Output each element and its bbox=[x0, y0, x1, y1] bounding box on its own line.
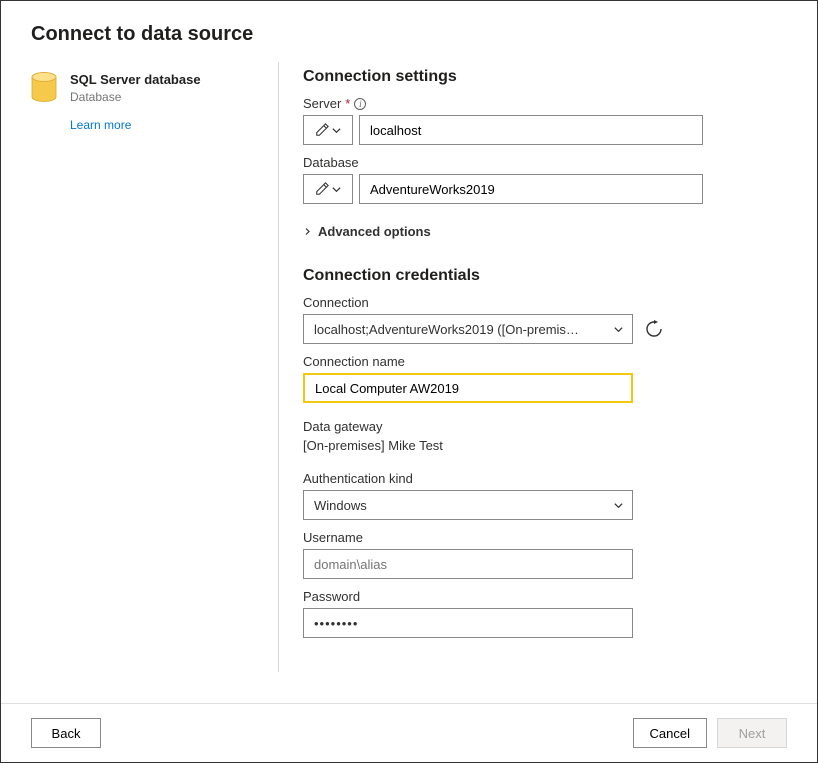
learn-more-link[interactable]: Learn more bbox=[70, 118, 131, 132]
chevron-right-icon bbox=[303, 227, 312, 236]
chevron-down-icon bbox=[613, 324, 624, 335]
next-button: Next bbox=[717, 718, 787, 748]
connection-name-input[interactable] bbox=[303, 373, 633, 403]
username-label: Username bbox=[303, 530, 787, 545]
cancel-button[interactable]: Cancel bbox=[633, 718, 707, 748]
sidebar: SQL Server database Database Learn more bbox=[31, 62, 279, 672]
chevron-down-icon bbox=[613, 500, 624, 511]
connection-settings-title: Connection settings bbox=[303, 68, 787, 86]
advanced-options-toggle[interactable]: Advanced options bbox=[303, 224, 787, 239]
required-asterisk: * bbox=[345, 96, 350, 111]
server-edit-mode-button[interactable] bbox=[303, 115, 353, 145]
data-gateway-value: [On-premises] Mike Test bbox=[303, 438, 787, 453]
auth-kind-label: Authentication kind bbox=[303, 471, 787, 486]
content-area: SQL Server database Database Learn more … bbox=[1, 62, 817, 703]
main-panel: Connection settings Server * i Database … bbox=[303, 62, 787, 693]
source-subtitle: Database bbox=[70, 90, 201, 104]
database-label: Database bbox=[303, 155, 787, 170]
source-item: SQL Server database Database bbox=[31, 72, 260, 104]
source-title: SQL Server database bbox=[70, 72, 201, 89]
data-gateway-label: Data gateway bbox=[303, 419, 787, 434]
pencil-icon bbox=[315, 123, 329, 137]
chevron-down-icon bbox=[331, 125, 342, 136]
refresh-icon[interactable] bbox=[645, 320, 663, 338]
server-input[interactable] bbox=[359, 115, 703, 145]
password-label: Password bbox=[303, 589, 787, 604]
username-input[interactable] bbox=[303, 549, 633, 579]
connection-select[interactable]: localhost;AdventureWorks2019 ([On-premis… bbox=[303, 314, 633, 344]
pencil-icon bbox=[315, 182, 329, 196]
server-label: Server * i bbox=[303, 96, 787, 111]
connection-name-label: Connection name bbox=[303, 354, 787, 369]
back-button[interactable]: Back bbox=[31, 718, 101, 748]
database-edit-mode-button[interactable] bbox=[303, 174, 353, 204]
page-title: Connect to data source bbox=[31, 23, 787, 46]
chevron-down-icon bbox=[331, 184, 342, 195]
dialog-footer: Back Cancel Next bbox=[1, 703, 817, 762]
password-input[interactable]: •••••••• bbox=[303, 608, 633, 638]
info-icon[interactable]: i bbox=[354, 98, 366, 110]
dialog-header: Connect to data source bbox=[1, 1, 817, 62]
auth-kind-select[interactable]: Windows bbox=[303, 490, 633, 520]
connection-label: Connection bbox=[303, 295, 787, 310]
database-icon bbox=[31, 72, 57, 102]
database-input[interactable] bbox=[359, 174, 703, 204]
connection-credentials-title: Connection credentials bbox=[303, 267, 787, 285]
